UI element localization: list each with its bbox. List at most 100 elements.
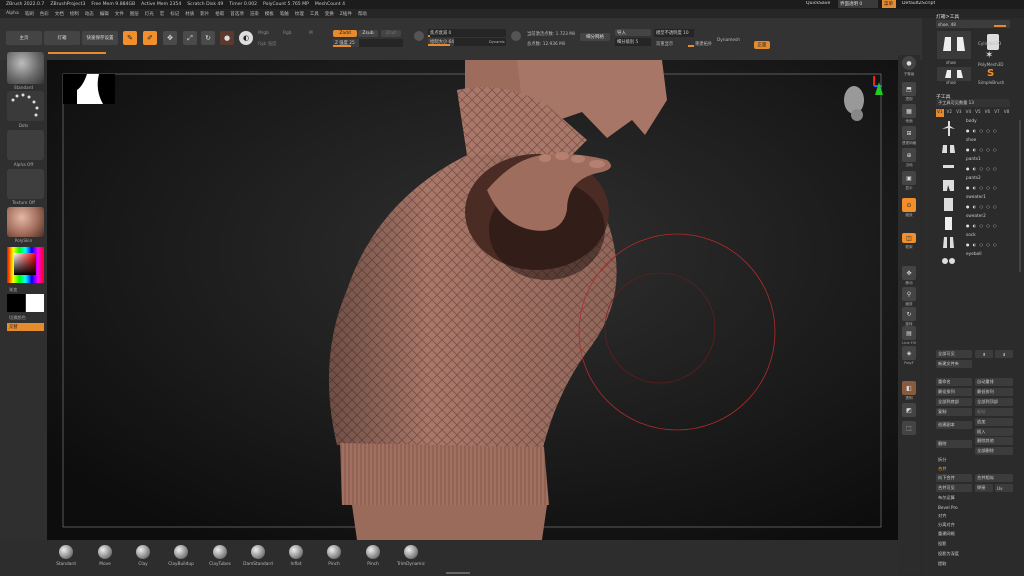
brush-claytubes[interactable]: ClayTubes <box>202 545 238 567</box>
material-swatch[interactable]: ● <box>220 31 234 45</box>
brush-standard[interactable]: Standard <box>48 545 84 567</box>
subtool-toggles[interactable]: ● ◐ ○ ○ ○ <box>966 223 1014 228</box>
menu-item[interactable]: 变换 <box>325 11 334 17</box>
brush-damstandard[interactable]: DamStandard <box>240 545 276 567</box>
scale-mode-button[interactable]: ⤢ <box>183 31 197 45</box>
show-all-button[interactable]: 全部可见 <box>936 350 972 358</box>
merge-section[interactable]: 合并 <box>936 465 1012 473</box>
frame-button[interactable]: ◫ <box>902 233 916 243</box>
brush-clay[interactable]: Clay <box>125 545 161 567</box>
uv-button[interactable]: Uv <box>995 484 1013 492</box>
tab-v5[interactable]: V5 <box>974 109 982 117</box>
subtool-row-sweater1[interactable]: sweater1 ● ◐ ○ ○ ○ <box>936 195 1014 214</box>
quicksave-settings-button[interactable]: 快速保存设置 <box>82 31 118 45</box>
tab-v7[interactable]: V7 <box>993 109 1001 117</box>
texture-thumbnail[interactable] <box>7 169 44 199</box>
menu-item[interactable]: 渲染 <box>250 11 259 17</box>
move-mode-button[interactable]: ✥ <box>163 31 177 45</box>
menu-item[interactable]: 文档 <box>55 11 64 17</box>
subtool-row-pants2[interactable]: pants2 ● ◐ ○ ○ ○ <box>936 176 1014 195</box>
menu-item[interactable]: 纹理 <box>295 11 304 17</box>
duplicate-button[interactable]: 复制 <box>936 408 972 416</box>
menu-item[interactable]: 编辑 <box>100 11 109 17</box>
delete-button[interactable]: 删除 <box>936 440 972 448</box>
import-button[interactable]: 导入 <box>615 29 651 36</box>
split-section[interactable]: 拆分 <box>936 456 1012 464</box>
subtool-row-body[interactable]: body ● ◐ ○ ○ ○ <box>936 119 1014 138</box>
remesh-section[interactable]: 重建网格 <box>936 530 1012 538</box>
lightbox-button[interactable]: 灯箱 <box>44 31 80 45</box>
polymesh-star-icon[interactable]: ✶ <box>985 50 1001 62</box>
z-intensity-slider[interactable]: Z 强度 25 <box>333 39 403 47</box>
menu-item[interactable]: 拾取 <box>215 11 224 17</box>
menu-item[interactable]: Z插件 <box>340 11 352 17</box>
menu-item[interactable]: 首选项 <box>230 11 244 17</box>
rgb-intensity-slider[interactable]: Rgb 强度 <box>258 41 276 47</box>
brush-pinch[interactable]: Pinch <box>316 545 352 567</box>
menu-button[interactable]: 菜单 <box>882 0 896 8</box>
transparent-button[interactable]: ◧ <box>902 381 916 395</box>
all-to-bottom-button[interactable]: 全部到底部 <box>936 398 972 406</box>
perspective-button[interactable]: ⬒ <box>902 82 916 96</box>
lowest-order-button[interactable]: 最低排列 <box>975 388 1013 396</box>
menu-item[interactable]: Alpha <box>6 11 19 16</box>
tab-v2[interactable]: V2 <box>946 109 954 117</box>
polyframe-button[interactable]: ◈ <box>902 346 916 360</box>
rebuild-topology-button[interactable]: 重建拓扑 <box>695 41 712 47</box>
subdiv-level-slider[interactable]: 细分级别 5 <box>615 38 651 46</box>
menu-item[interactable]: 模板 <box>265 11 274 17</box>
tab-v4[interactable]: V4 <box>965 109 973 117</box>
project-depth-section[interactable]: 投影为深度 <box>936 550 1012 558</box>
subtool-toggles[interactable]: ● ◐ ○ ○ ○ <box>966 242 1014 247</box>
merge-similar-button[interactable]: 合并相似 <box>975 474 1013 482</box>
tab-v8[interactable]: V8 <box>1003 109 1011 117</box>
subtool-row-sock[interactable]: sock ● ◐ ○ ○ ○ <box>936 233 1014 252</box>
weld-button[interactable]: 焊接 <box>975 484 993 492</box>
auto-reorder-button[interactable]: 自动重排 <box>975 378 1013 386</box>
brush-pinch-2[interactable]: Pinch <box>355 545 391 567</box>
draw-mode-button[interactable]: ✐ <box>143 31 157 45</box>
dynamesh-button[interactable]: Dynamesh <box>717 38 740 43</box>
zoom-view-button[interactable]: ⚲ <box>902 287 916 301</box>
sphere-icon[interactable]: ◐ <box>239 31 253 45</box>
best-order-button[interactable]: 最佳排列 <box>936 388 972 396</box>
dynamic-toggle[interactable]: Dynamic <box>489 40 505 44</box>
stroke-thumbnail[interactable] <box>7 91 44 121</box>
move-up-button[interactable]: ⬆ <box>975 350 993 358</box>
subtool-toggles[interactable]: ● ◐ ○ ○ ○ <box>966 128 1014 133</box>
canvas-viewport[interactable] <box>47 60 898 540</box>
menu-item[interactable]: 灯光 <box>145 11 154 17</box>
subtool-row-pants1[interactable]: pants1 ● ◐ ○ ○ ○ <box>936 157 1014 176</box>
menu-item[interactable]: 影片 <box>200 11 209 17</box>
new-folder-button[interactable]: 新建文件夹 <box>936 360 972 368</box>
primary-color-swatch[interactable] <box>7 294 25 312</box>
focal-shift-slider[interactable]: 焦点衰减 0 <box>428 29 506 37</box>
menu-item[interactable]: 宏 <box>160 11 165 17</box>
m-button[interactable]: M <box>309 31 313 36</box>
subtool-row-shoe[interactable]: shoe ● ◐ ○ ○ ○ <box>936 138 1014 157</box>
boolean-section[interactable]: 布尔运算 <box>936 494 1012 502</box>
all-to-top-button[interactable]: 全部到顶部 <box>975 398 1013 406</box>
zcut-button[interactable]: Zcut <box>381 30 401 37</box>
mrgb-button[interactable]: Mrgb <box>258 31 269 36</box>
subtool-toggles[interactable]: ● ◐ ○ ○ ○ <box>966 147 1014 152</box>
rgb-button[interactable]: Rgb <box>283 31 291 36</box>
quicksave-button[interactable]: QuickSave <box>806 1 830 6</box>
material-thumbnail[interactable] <box>7 207 44 237</box>
tool-thumb-shoe[interactable] <box>937 31 971 59</box>
project-section[interactable]: 投影 <box>936 540 1012 548</box>
simplebrush-icon[interactable]: S <box>987 68 999 80</box>
zadd-button[interactable]: Zadd <box>333 30 357 37</box>
brush-trimdynamic[interactable]: TrimDynamic <box>393 545 429 567</box>
home-button[interactable]: 主页 <box>6 31 42 45</box>
delete-all-button[interactable]: 全部删除 <box>975 447 1013 455</box>
secondary-color-swatch[interactable] <box>26 294 44 312</box>
zsub-button[interactable]: Zsub <box>358 30 378 37</box>
menu-item[interactable]: 动态 <box>85 11 94 17</box>
subtool-row-sweater2[interactable]: sweater2 ● ◐ ○ ○ ○ <box>936 214 1014 233</box>
ghost-toggle[interactable]: 双重显示 <box>656 41 673 47</box>
solo-button[interactable]: ⬚ <box>902 421 916 435</box>
edit-mode-button[interactable]: ✎ <box>123 31 137 45</box>
grid-button[interactable]: ⊞ <box>902 126 916 140</box>
subtool-toggles[interactable]: ● ◐ ○ ○ ○ <box>966 185 1014 190</box>
